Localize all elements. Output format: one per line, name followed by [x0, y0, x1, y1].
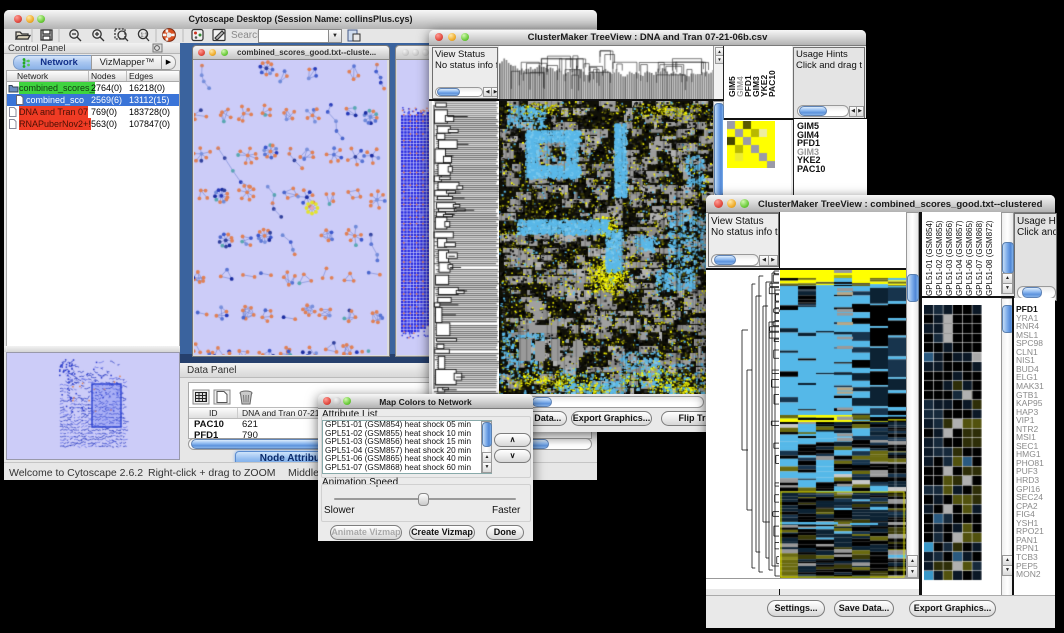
svg-text:1:1: 1:1 — [141, 33, 148, 39]
